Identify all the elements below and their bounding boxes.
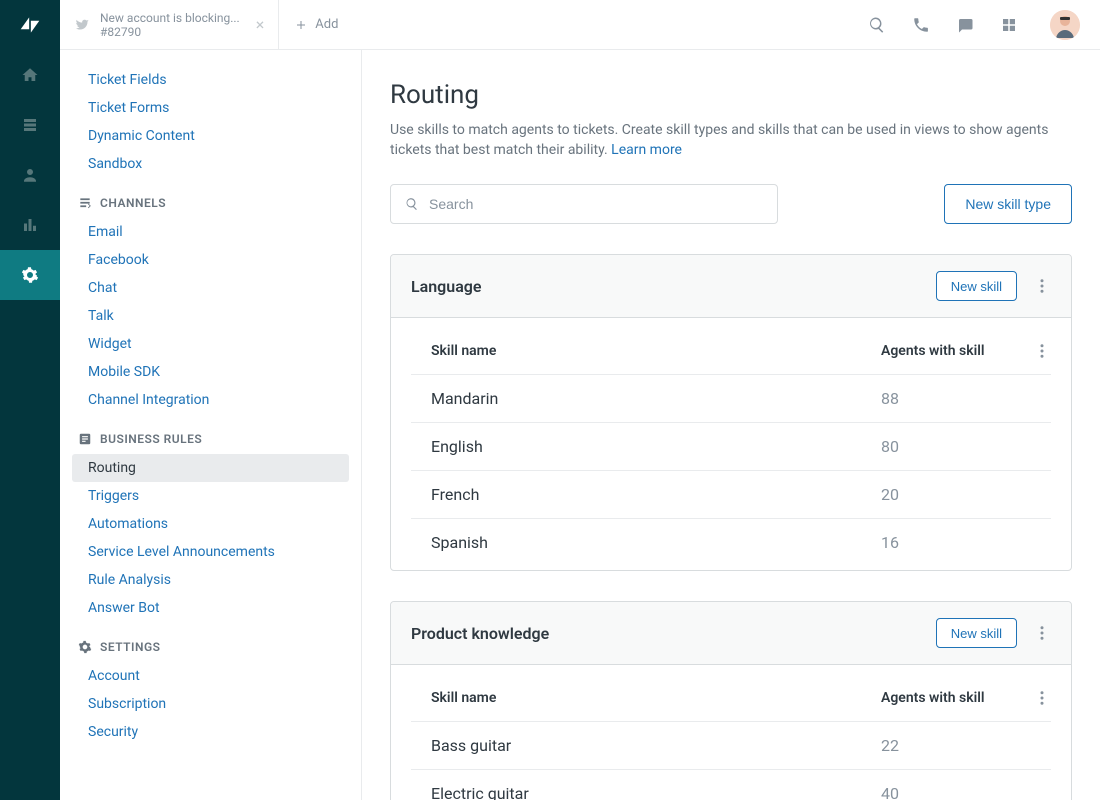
kebab-icon[interactable] <box>1033 277 1051 295</box>
sidebar-item[interactable]: Subscription <box>60 690 361 718</box>
channels-icon <box>78 196 92 210</box>
sidebar-item[interactable]: Rule Analysis <box>60 566 361 594</box>
search-icon <box>405 197 419 211</box>
apps-icon[interactable] <box>1000 16 1018 34</box>
settings-icon <box>78 640 92 654</box>
section-header: CHANNELS <box>60 178 361 218</box>
skill-name: Spanish <box>411 533 881 552</box>
toolbar: New skill type <box>390 184 1072 224</box>
card-title: Product knowledge <box>411 624 936 643</box>
sidebar-item[interactable]: Talk <box>60 302 361 330</box>
table-header: Skill name Agents with skill <box>411 675 1051 722</box>
kebab-icon[interactable] <box>1033 624 1051 642</box>
chat-icon[interactable] <box>956 16 974 34</box>
card-body: Skill name Agents with skill Bass guitar… <box>391 665 1071 800</box>
skill-count: 88 <box>881 389 1021 408</box>
add-label: Add <box>315 17 338 32</box>
sidebar-item[interactable]: Ticket Forms <box>60 94 361 122</box>
skill-row[interactable]: Spanish 16 <box>411 519 1051 566</box>
brand-logo <box>0 0 60 50</box>
sidebar-item[interactable]: Mobile SDK <box>60 358 361 386</box>
skill-name: Mandarin <box>411 389 881 408</box>
sidebar-item[interactable]: Channel Integration <box>60 386 361 414</box>
search-icon[interactable] <box>868 16 886 34</box>
skill-count: 40 <box>881 784 1021 800</box>
skill-group-card: Product knowledge New skill Skill name A… <box>390 601 1072 800</box>
skill-name: Electric guitar <box>411 784 881 800</box>
rail-admin[interactable] <box>0 250 60 300</box>
rail-reports[interactable] <box>0 200 60 250</box>
sidebar-item[interactable]: Triggers <box>60 482 361 510</box>
sidebar-item[interactable]: Routing <box>72 454 349 482</box>
new-skill-type-button[interactable]: New skill type <box>944 184 1072 224</box>
new-skill-button[interactable]: New skill <box>936 271 1017 301</box>
sidebar-item[interactable]: Email <box>60 218 361 246</box>
search-box[interactable] <box>390 184 778 224</box>
skill-count: 20 <box>881 485 1021 504</box>
learn-more-link[interactable]: Learn more <box>611 142 682 158</box>
section-header: SETTINGS <box>60 622 361 662</box>
sidebar-item[interactable]: Automations <box>60 510 361 538</box>
sidebar-item[interactable]: Widget <box>60 330 361 358</box>
rail-customers[interactable] <box>0 150 60 200</box>
card-header: Language New skill <box>391 255 1071 318</box>
sidebar-item[interactable]: Security <box>60 718 361 746</box>
sidebar-item[interactable]: Service Level Announcements <box>60 538 361 566</box>
tab-title: New account is blocking... <box>100 11 240 25</box>
sidebar-item[interactable]: Ticket Fields <box>60 66 361 94</box>
kebab-icon[interactable] <box>1033 689 1051 707</box>
skill-name: English <box>411 437 881 456</box>
ticket-tab[interactable]: New account is blocking... #82790 × <box>60 0 279 50</box>
kebab-icon[interactable] <box>1033 342 1051 360</box>
card-body: Skill name Agents with skill Mandarin 88… <box>391 318 1071 570</box>
skill-group-card: Language New skill Skill name Agents wit… <box>390 254 1072 571</box>
rail-home[interactable] <box>0 50 60 100</box>
skill-count: 80 <box>881 437 1021 456</box>
rules-icon <box>78 432 92 446</box>
skill-name: Bass guitar <box>411 736 881 755</box>
top-bar: New account is blocking... #82790 × Add <box>60 0 1100 50</box>
sidebar-item[interactable]: Facebook <box>60 246 361 274</box>
close-icon[interactable]: × <box>256 15 265 34</box>
tab-subtitle: #82790 <box>100 25 240 39</box>
skill-row[interactable]: Electric guitar 40 <box>411 770 1051 800</box>
plus-icon <box>295 19 307 31</box>
new-skill-button[interactable]: New skill <box>936 618 1017 648</box>
col-agents: Agents with skill <box>881 343 1021 359</box>
phone-icon[interactable] <box>912 16 930 34</box>
main-content: Routing Use skills to match agents to ti… <box>362 50 1100 800</box>
settings-sidebar: Ticket FieldsTicket FormsDynamic Content… <box>60 50 362 800</box>
skill-row[interactable]: Bass guitar 22 <box>411 722 1051 770</box>
search-input[interactable] <box>429 196 763 212</box>
skill-row[interactable]: English 80 <box>411 423 1051 471</box>
section-header: BUSINESS RULES <box>60 414 361 454</box>
skill-count: 22 <box>881 736 1021 755</box>
skill-row[interactable]: Mandarin 88 <box>411 375 1051 423</box>
table-header: Skill name Agents with skill <box>411 328 1051 375</box>
sidebar-item[interactable]: Answer Bot <box>60 594 361 622</box>
card-header: Product knowledge New skill <box>391 602 1071 665</box>
col-skill: Skill name <box>411 343 881 359</box>
twitter-icon <box>74 17 90 33</box>
sidebar-item[interactable]: Account <box>60 662 361 690</box>
rail-views[interactable] <box>0 100 60 150</box>
col-skill: Skill name <box>411 690 881 706</box>
skill-row[interactable]: French 20 <box>411 471 1051 519</box>
skill-count: 16 <box>881 533 1021 552</box>
skill-name: French <box>411 485 881 504</box>
avatar[interactable] <box>1050 10 1080 40</box>
sidebar-item[interactable]: Dynamic Content <box>60 122 361 150</box>
tab-text: New account is blocking... #82790 <box>100 11 240 39</box>
sidebar-item[interactable]: Chat <box>60 274 361 302</box>
top-icons <box>868 10 1080 40</box>
col-agents: Agents with skill <box>881 690 1021 706</box>
add-tab-button[interactable]: Add <box>279 17 354 32</box>
page-description: Use skills to match agents to tickets. C… <box>390 120 1070 160</box>
page-title: Routing <box>390 80 1072 110</box>
nav-rail <box>0 0 60 800</box>
sidebar-item[interactable]: Sandbox <box>60 150 361 178</box>
card-title: Language <box>411 277 936 296</box>
